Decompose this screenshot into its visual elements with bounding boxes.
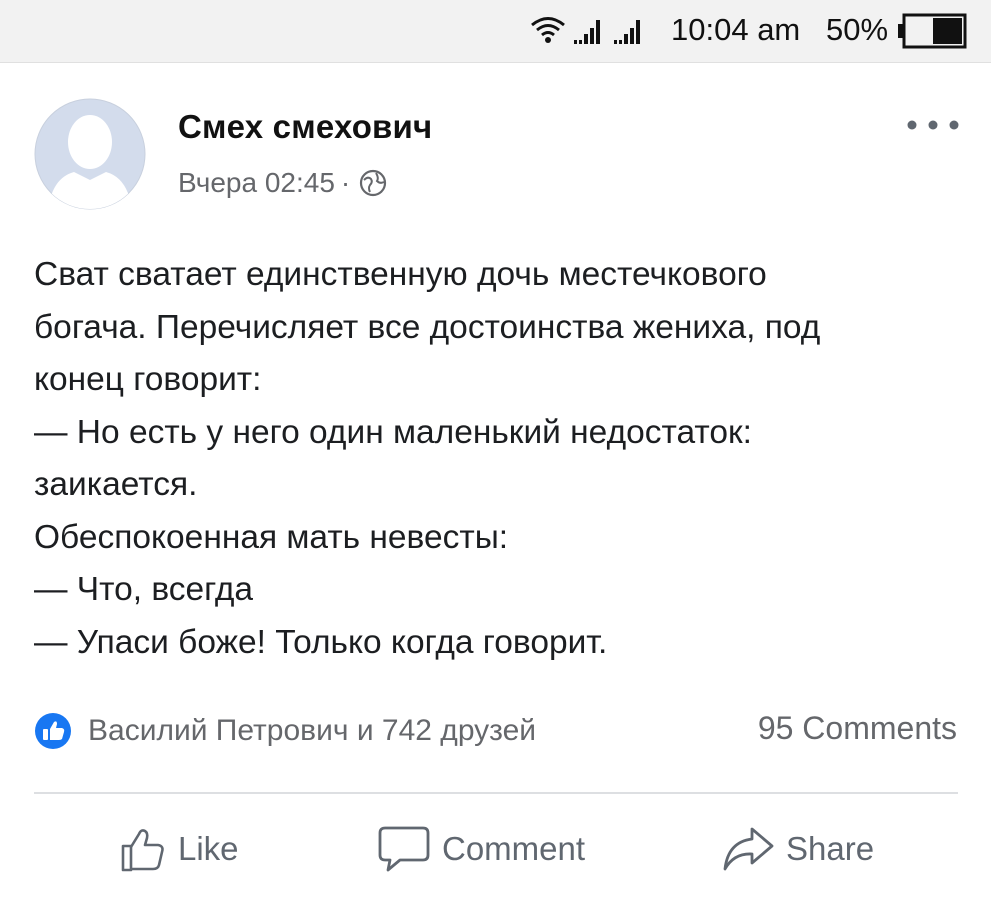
divider <box>34 792 958 794</box>
post-text: Сват сватает единственную дочь местечков… <box>34 249 964 669</box>
more-options-icon[interactable] <box>904 116 962 134</box>
post-text-line: — Упаси боже! Только когда говорит. <box>34 623 608 661</box>
thumbs-up-icon <box>121 829 164 872</box>
signal-icon-2 <box>614 20 640 44</box>
post-text-line: Сват сватает единственную дочь местечков… <box>34 256 767 293</box>
avatar[interactable] <box>34 98 146 210</box>
post-meta: Вчера 02:45 · <box>178 167 388 199</box>
post-text-line: Обеспокоенная мать невесты: <box>34 518 509 556</box>
comment-icon <box>378 826 430 872</box>
like-label: Like <box>178 830 239 867</box>
post-author[interactable]: Смех смехович <box>178 108 432 146</box>
battery-icon <box>898 13 967 49</box>
post-text-line: — Что, всегда <box>34 571 254 608</box>
comment-button[interactable]: Comment <box>378 818 585 880</box>
share-icon <box>723 827 774 871</box>
share-button[interactable]: Share <box>722 818 874 880</box>
globe-icon <box>360 169 387 197</box>
share-label: Share <box>786 830 875 867</box>
status-bar: 10:04 am 50% <box>0 0 991 63</box>
like-button[interactable]: Like <box>120 818 239 880</box>
comments-count[interactable]: 95 Comments <box>758 710 957 747</box>
post-text-line: заикается. <box>34 466 198 503</box>
battery-percent: 50% <box>826 12 889 47</box>
comment-label: Comment <box>442 830 586 867</box>
reactions-summary[interactable]: Василий Петрович и 742 друзей <box>88 714 536 748</box>
meta-separator: · <box>340 167 351 198</box>
wifi-icon <box>531 17 565 43</box>
clock: 10:04 am <box>671 12 801 47</box>
post-timestamp[interactable]: Вчера 02:45 <box>178 167 335 199</box>
post-text-line: богача. Перечисляет все достоинства жени… <box>34 308 821 346</box>
post-text-line: — Но есть у него один маленький недостат… <box>34 413 752 451</box>
post-text-line: конец говорит: <box>34 361 262 398</box>
signal-icon <box>574 20 600 44</box>
like-reaction-icon <box>35 713 71 749</box>
